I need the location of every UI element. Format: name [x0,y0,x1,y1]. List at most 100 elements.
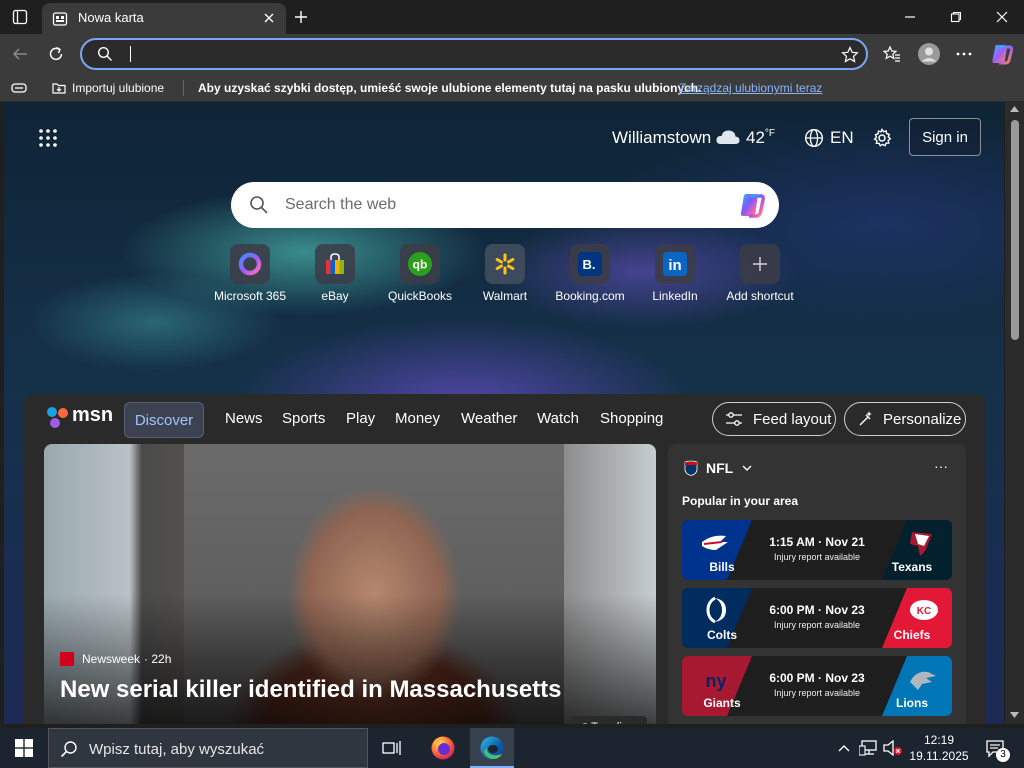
tab-discover[interactable]: Discover [124,402,204,438]
hero-article[interactable]: Newsweek · 22h New serial killer identif… [44,444,656,724]
shortcut-label: Microsoft 365 [213,289,287,303]
temperature-value: 42 [746,128,765,147]
page-scrollbar[interactable] [1005,102,1024,724]
svg-text:KC: KC [917,606,931,617]
article-title[interactable]: New serial killer identified in Massachu… [60,676,562,704]
tab-actions-icon[interactable] [10,7,30,27]
tab-sports[interactable]: Sports [282,410,325,427]
network-icon[interactable] [858,738,880,758]
notifications-icon[interactable]: 3 [982,736,1010,762]
import-favorites-link[interactable]: Importuj ulubione [72,81,164,95]
collections-icon[interactable] [10,80,28,96]
article-age: · 22h [144,652,172,666]
web-search-input[interactable] [285,194,705,216]
new-tab-plus-icon[interactable] [290,6,312,28]
tab-play[interactable]: Play [346,410,375,427]
taskbar-search-box[interactable] [48,728,368,768]
nfl-header[interactable]: NFL [684,460,753,476]
add-shortcut-button[interactable]: Add shortcut [715,244,805,303]
away-team: Texans [891,560,933,574]
game-row[interactable]: ny 6:00 PM · Nov 23 Injury report availa… [682,656,952,716]
restore-icon[interactable] [942,6,970,28]
scroll-down-icon[interactable] [1010,712,1019,718]
new-tab-page: Williamstown 42°F EN Sign in Microsoft 3… [4,102,1004,724]
volume-muted-icon[interactable] [882,738,904,758]
tab-title: Nowa karta [78,10,144,25]
chevron-down-icon [742,465,752,471]
weather-location[interactable]: Williamstown [612,128,711,148]
shortcut-ebay[interactable]: eBay [290,244,380,303]
weather-temperature[interactable]: 42°F [746,128,775,148]
scrollbar-thumb[interactable] [1011,120,1019,340]
tab-shopping[interactable]: Shopping [600,410,663,427]
close-window-icon[interactable] [988,6,1016,28]
app-launcher-icon[interactable] [36,126,60,150]
chevron-up-icon[interactable] [835,738,853,758]
edge-icon [478,734,506,762]
msn-logo-text: msn [72,404,114,426]
tab-new-tab[interactable]: Nowa karta [42,3,286,34]
home-team: Colts [707,628,737,642]
settings-gear-icon[interactable] [870,126,894,150]
shortcut-quickbooks[interactable]: qb QuickBooks [375,244,465,303]
shortcut-label: LinkedIn [652,289,698,303]
refresh-icon[interactable] [44,42,68,66]
web-search-box[interactable] [231,182,779,228]
svg-text:qb: qb [413,258,428,272]
injury-note: Injury report available [773,552,861,562]
system-clock[interactable]: 12:19 19.11.2025 [904,732,974,764]
personalize-button[interactable]: Personalize [844,402,966,436]
tab-news[interactable]: News [225,410,263,427]
tab-money[interactable]: Money [395,410,440,427]
edge-taskbar-button[interactable] [470,728,514,768]
shortcut-microsoft-365[interactable]: Microsoft 365 [205,244,295,303]
shortcut-walmart[interactable]: Walmart [460,244,550,303]
copilot-search-icon[interactable] [737,191,767,219]
game-time: 6:00 PM · Nov 23 [769,603,865,617]
taskbar-search-input[interactable] [89,739,359,759]
msn-logo[interactable]: msn [46,404,116,434]
globe-icon[interactable] [802,126,826,150]
more-options-icon[interactable] [952,42,976,66]
linkedin-icon: in [655,244,695,284]
language-selector[interactable]: EN [830,128,854,148]
clock-date: 19.11.2025 [909,749,969,763]
tab-watch[interactable]: Watch [537,410,579,427]
firefox-icon[interactable] [426,732,460,764]
minimize-icon[interactable] [896,6,924,28]
copilot-icon[interactable] [988,40,1016,68]
shortcut-linkedin[interactable]: in LinkedIn [630,244,720,303]
ebay-icon [315,244,355,284]
close-tab-icon[interactable] [262,11,276,25]
svg-text:B.: B. [583,257,596,272]
cloud-icon [714,126,742,148]
feed-layout-button[interactable]: Feed layout [712,402,836,436]
msn-feed: msn Discover News Sports Play Money Weat… [24,394,986,724]
shortcut-label: QuickBooks [387,289,453,303]
shortcut-label: Add shortcut [726,289,794,303]
favorites-icon[interactable] [880,42,904,66]
game-time: 1:15 AM · Nov 21 [769,535,865,549]
tab-weather[interactable]: Weather [461,410,517,427]
scroll-up-icon[interactable] [1010,106,1019,112]
more-options-icon[interactable]: ··· [934,458,948,474]
profile-avatar[interactable] [915,40,943,68]
game-row[interactable]: KC 6:00 PM · Nov 23 Injury report availa… [682,588,952,648]
trending-badge[interactable]: ↗ Trending [571,716,647,724]
task-view-icon[interactable] [378,736,406,760]
home-team: Giants [703,696,741,710]
manage-favorites-link[interactable]: Zarządzaj ulubionymi teraz [679,81,822,95]
sign-in-button[interactable]: Sign in [909,118,981,156]
search-icon [59,739,79,759]
taskbar: 12:19 19.11.2025 3 [0,728,1024,768]
import-favorites-icon[interactable] [50,79,68,97]
back-icon[interactable] [8,42,32,66]
address-bar[interactable] [80,38,868,70]
windows-start-icon[interactable] [8,736,40,760]
favorites-bar-message: Aby uzyskać szybki dostęp, umieść swoje … [198,81,702,95]
shortcut-label: Booking.com [555,289,625,303]
shortcut-booking[interactable]: B. Booking.com [545,244,635,303]
add-favorite-star-icon[interactable] [840,45,860,65]
game-row[interactable]: 1:15 AM · Nov 21 Injury report available… [682,520,952,580]
walmart-icon [485,244,525,284]
